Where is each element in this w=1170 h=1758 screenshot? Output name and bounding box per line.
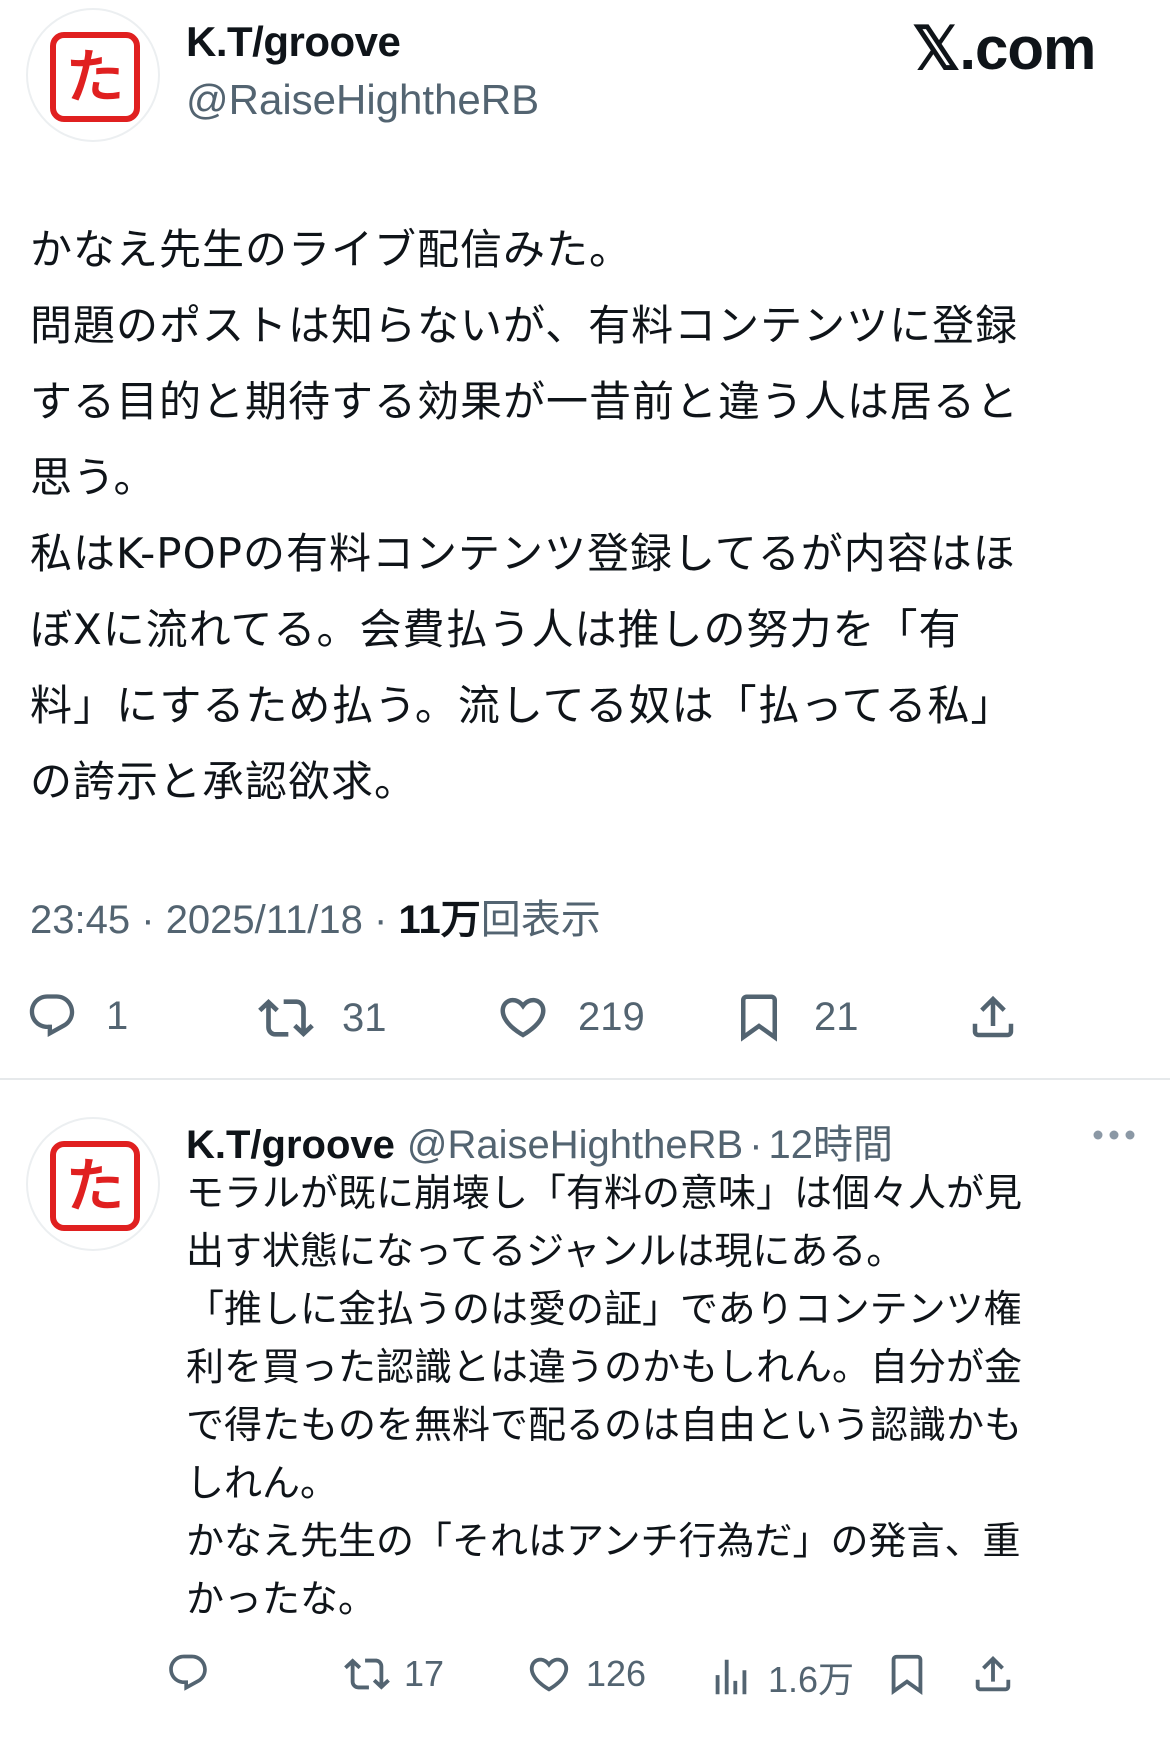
reply-text: モラルが既に崩壊し「有料の意味」は個々人が見 出す状態になってるジャンルは現にあ…	[186, 1171, 1023, 1621]
reply-views-count: 1.6万	[768, 1659, 855, 1700]
reply-author-avatar[interactable]: た	[26, 1117, 160, 1251]
repost-button[interactable]: 31	[258, 990, 387, 1046]
reply-count: 1	[106, 993, 129, 1038]
reply-author-handle[interactable]: @RaiseHightheRB	[407, 1123, 743, 1167]
author-display-name[interactable]: K.T/groove	[186, 18, 401, 66]
bookmark-button[interactable]: 21	[732, 990, 859, 1044]
x-logo: 𝕏.com	[912, 15, 1096, 82]
like-button[interactable]: 219	[496, 990, 645, 1044]
reply-share-button[interactable]	[970, 1651, 1016, 1697]
reply-like-button[interactable]: 126	[526, 1651, 646, 1697]
avatar-seal: た	[50, 1141, 140, 1231]
reply-time[interactable]: 12時間	[769, 1123, 894, 1167]
post-text: かなえ先生のライブ配信みた。 問題のポストは知らないが、有料コンテンツに登録 す…	[30, 225, 1020, 806]
avatar-char: た	[65, 43, 124, 111]
reply-button[interactable]: 1	[26, 990, 128, 1042]
views-label: 回表示	[480, 898, 601, 942]
post-date[interactable]: 2025/11/18	[166, 898, 363, 942]
reply-like-count: 126	[586, 1653, 647, 1694]
views-chart-icon	[715, 1659, 747, 1695]
reply-views-button[interactable]: 1.6万	[708, 1651, 854, 1703]
meta-separator: ·	[374, 898, 388, 942]
post-time[interactable]: 23:45	[30, 898, 130, 942]
reply-icon	[29, 994, 75, 1038]
avatar-seal: た	[50, 32, 140, 122]
reply-repost-count: 17	[404, 1653, 445, 1694]
post-meta: 23:45 · 2025/11/18 · 11万回表示	[30, 887, 601, 945]
reply-author-name[interactable]: K.T/groove	[186, 1123, 395, 1167]
heart-icon	[529, 1657, 569, 1692]
bookmark-count: 21	[814, 994, 859, 1039]
avatar-char: た	[65, 1152, 124, 1220]
reply-icon	[169, 1654, 207, 1691]
share-button[interactable]	[966, 990, 1020, 1044]
reply-reply-button[interactable]	[166, 1651, 224, 1695]
like-count: 219	[578, 994, 645, 1039]
reply-separator: ·	[749, 1123, 763, 1167]
reply-repost-button[interactable]: 17	[344, 1651, 444, 1697]
more-options-icon[interactable]	[1092, 1128, 1136, 1142]
heart-icon	[500, 997, 546, 1038]
author-avatar[interactable]: た	[26, 8, 160, 142]
author-handle[interactable]: @RaiseHightheRB	[186, 76, 539, 124]
bookmark-icon	[741, 994, 777, 1042]
bookmark-icon	[891, 1654, 923, 1695]
repost-count: 31	[342, 995, 387, 1040]
repost-icon	[258, 999, 314, 1037]
reply-header: K.T/groove @RaiseHightheRB · 12時間	[186, 1112, 893, 1170]
reply-bookmark-button[interactable]	[884, 1651, 930, 1697]
repost-icon	[344, 1658, 390, 1690]
share-icon	[972, 995, 1014, 1038]
views-count: 11万	[398, 898, 481, 942]
post-divider	[0, 1078, 1170, 1080]
meta-separator: ·	[141, 898, 155, 942]
share-icon	[975, 1655, 1011, 1692]
